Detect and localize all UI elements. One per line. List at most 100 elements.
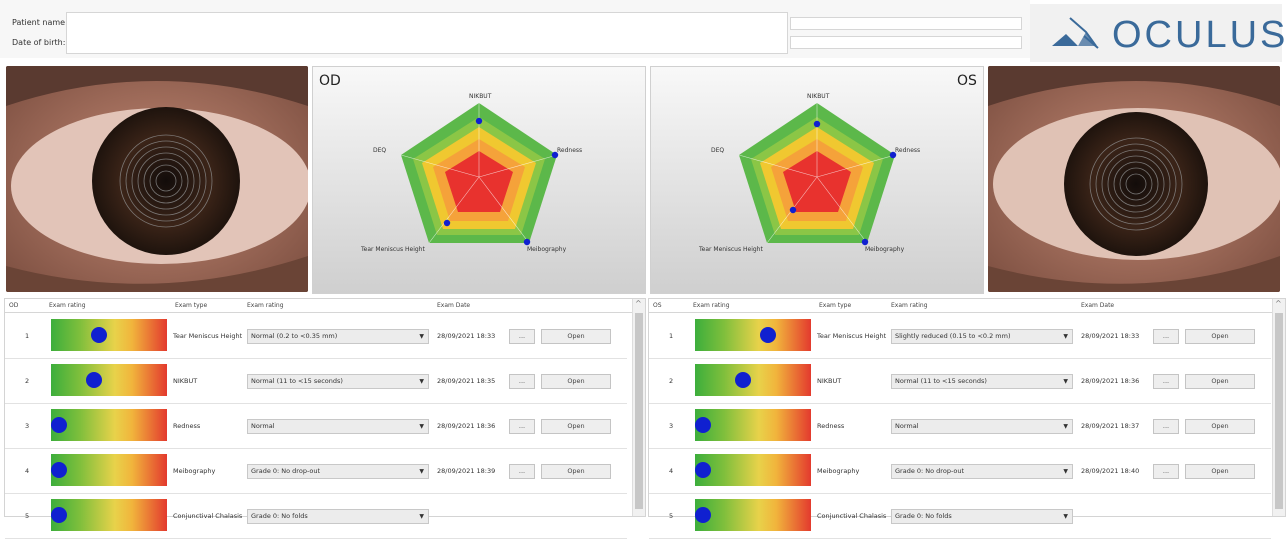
exam-type: Tear Meniscus Height [817,332,887,340]
os-scrollbar[interactable]: ^ [1272,299,1285,516]
exam-rating-select[interactable]: Normal ▼ [247,419,429,434]
od-axis-nikbut: NIKBUT [469,93,492,100]
exam-type: Tear Meniscus Height [173,332,243,340]
table-row[interactable]: 3 Redness Normal ▼ 28/09/2021 18:37... Open [649,403,1271,449]
table-row[interactable]: 3 Redness Normal ▼ 28/09/2021 18:36... Open [5,403,627,449]
exam-date: 28/09/2021 18:33 [437,332,496,340]
exam-rating-select[interactable]: Grade 0: No drop-out ▼ [891,464,1073,479]
exam-rating-select[interactable]: Grade 0: No folds ▼ [247,509,429,524]
os-axis-redness: Redness [895,147,921,154]
row-number: 5 [25,512,30,520]
open-button[interactable]: Open [541,374,611,389]
rating-indicator [51,462,67,478]
rating-bar [695,319,811,351]
os-scroll-thumb[interactable] [1275,313,1283,509]
table-row[interactable]: 2 NIKBUT Normal (11 to <15 seconds) ▼ 28/09/… [5,358,627,404]
exam-rating-select[interactable]: Normal (0.2 to <0.35 mm) ▼ [247,329,429,344]
exam-type: NIKBUT [817,377,842,385]
more-button[interactable]: ... [509,329,535,344]
exam-rating-select[interactable]: Normal (11 to <15 seconds) ▼ [891,374,1073,389]
exam-type: Meibography [817,467,860,475]
os-eye-image [988,66,1280,292]
table-row[interactable]: 4 Meibography Grade 0: No drop-out ▼ 28/09/2… [649,448,1271,494]
exam-rating-select[interactable]: Slightly reduced (0.15 to <0.2 mm) ▼ [891,329,1073,344]
od-scrollbar[interactable]: ^ [632,299,645,516]
od-col-rating[interactable]: Exam rating [247,302,284,309]
os-radar-panel: OS NIKBUT Redness Meibography Tear Menis… [650,66,984,294]
od-eye-image [6,66,308,292]
chevron-down-icon: ▼ [419,333,424,340]
exam-rating-select[interactable]: Normal (11 to <15 seconds) ▼ [247,374,429,389]
more-button[interactable]: ... [509,464,535,479]
oculus-logo-mark [1052,17,1099,49]
os-col-rating-bar[interactable]: Exam rating [693,302,730,309]
od-axis-meibography: Meibography [527,246,567,253]
open-button[interactable]: Open [1185,419,1255,434]
exam-date: 28/09/2021 18:36 [437,422,496,430]
rating-bar [51,454,167,486]
table-row[interactable]: 5 Conjunctival Chalasis Grade 0: No folds ▼ [649,493,1271,539]
table-row[interactable]: 5 Conjunctival Chalasis Grade 0: No folds ▼ [5,493,627,539]
open-button[interactable]: Open [541,329,611,344]
os-col-date[interactable]: Exam Date [1081,302,1114,309]
rating-bar [695,364,811,396]
more-button[interactable]: ... [1153,464,1179,479]
open-button[interactable]: Open [1185,329,1255,344]
dob-label: Date of birth: [12,38,66,47]
os-axis-deq: DEQ [711,147,725,154]
extra-field-2[interactable] [790,36,1022,49]
more-button[interactable]: ... [1153,374,1179,389]
row-number: 1 [25,332,30,340]
od-col-rating-bar[interactable]: Exam rating [49,302,86,309]
more-button[interactable]: ... [1153,329,1179,344]
chevron-down-icon: ▼ [419,513,424,520]
extra-field-1[interactable] [790,17,1022,30]
scroll-up-icon[interactable]: ^ [1275,299,1282,308]
table-row[interactable]: 4 Meibography Grade 0: No drop-out ▼ 28/09/2… [5,448,627,494]
os-radar-point-nikbut [813,120,821,128]
rating-bar [51,409,167,441]
more-button[interactable]: ... [509,374,535,389]
os-col-eye: OS [653,302,662,309]
rating-bar [695,409,811,441]
exam-rating-select[interactable]: Normal ▼ [891,419,1073,434]
od-col-date[interactable]: Exam Date [437,302,470,309]
row-number: 5 [669,512,674,520]
row-number: 4 [25,467,30,475]
od-axis-deq: DEQ [373,147,387,154]
exam-type: Redness [173,422,201,430]
rating-bar [695,454,811,486]
rating-indicator [51,417,67,433]
chevron-down-icon: ▼ [1063,333,1068,340]
open-button[interactable]: Open [1185,464,1255,479]
open-button[interactable]: Open [541,419,611,434]
open-button[interactable]: Open [1185,374,1255,389]
more-button[interactable]: ... [509,419,535,434]
od-col-type[interactable]: Exam type [175,302,207,309]
os-radar-point-meibography [861,238,869,246]
exam-rating-select[interactable]: Grade 0: No folds ▼ [891,509,1073,524]
table-row[interactable]: 1 Tear Meniscus Height Normal (0.2 to <0.3… [5,313,627,359]
row-number: 2 [25,377,30,385]
open-button[interactable]: Open [541,464,611,479]
rating-indicator [86,372,102,388]
rating-indicator [695,507,711,523]
os-exam-table: OS Exam rating Exam type Exam rating Exa… [648,298,1286,539]
os-axis-meibography: Meibography [865,246,905,253]
rating-bar [51,364,167,396]
rating-indicator [760,327,776,343]
patient-name-field[interactable] [66,12,788,54]
scroll-up-icon[interactable]: ^ [635,299,642,308]
os-radar-point-tmh [789,206,797,214]
os-col-rating[interactable]: Exam rating [891,302,928,309]
exam-date: 28/09/2021 18:39 [437,467,496,475]
od-axis-tmh: Tear Meniscus Height [361,246,425,253]
exam-date: 28/09/2021 18:40 [1081,467,1140,475]
more-button[interactable]: ... [1153,419,1179,434]
exam-rating-select[interactable]: Grade 0: No drop-out ▼ [247,464,429,479]
chevron-down-icon: ▼ [419,468,424,475]
table-row[interactable]: 1 Tear Meniscus Height Slightly reduced (0… [649,313,1271,359]
table-row[interactable]: 2 NIKBUT Normal (11 to <15 seconds) ▼ 28/09/… [649,358,1271,404]
os-col-type[interactable]: Exam type [819,302,851,309]
od-scroll-thumb[interactable] [635,313,643,509]
